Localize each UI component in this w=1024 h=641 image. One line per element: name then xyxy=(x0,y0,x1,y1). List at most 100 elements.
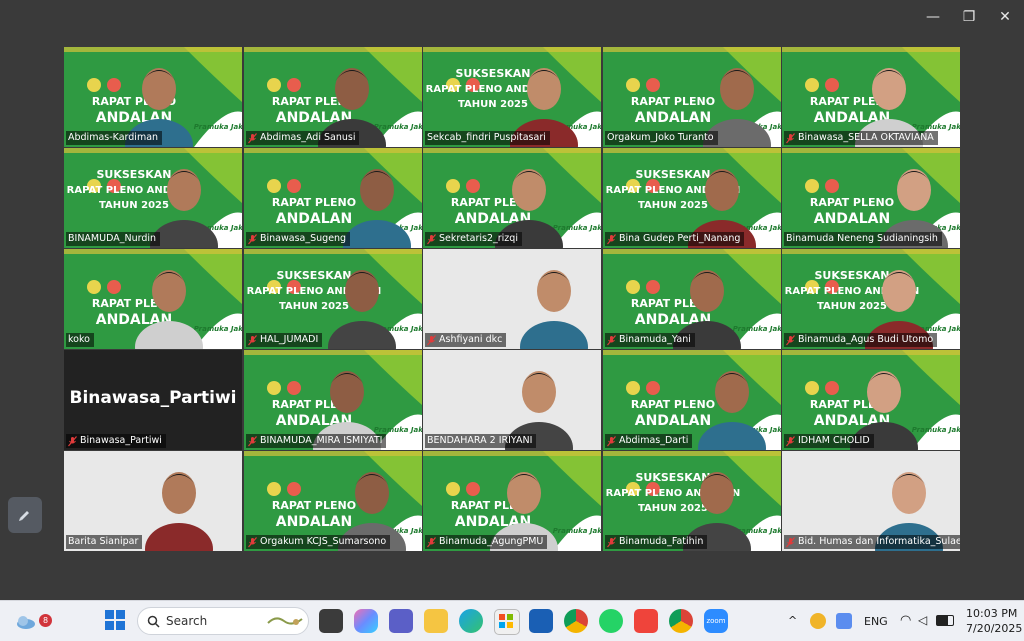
participant-tile[interactable]: Bid. Humas dan Informatika_Sulae... xyxy=(782,451,960,551)
battery-icon[interactable] xyxy=(936,615,954,626)
participant-tile[interactable]: RAPAT PLENOANDALANPramuka JakselBinamuda… xyxy=(423,451,601,551)
participant-name: IDHAM CHOLID xyxy=(784,434,874,448)
close-button[interactable]: ✕ xyxy=(986,0,1024,34)
participant-name: Binawasa_SELLA OKTAVIANA xyxy=(784,131,938,145)
muted-mic-icon xyxy=(786,435,795,447)
wifi-icon[interactable]: ◠ xyxy=(900,613,911,628)
participant-tile[interactable]: RAPAT PLENOANDALANPramuka JakselOrgakum_… xyxy=(603,47,781,147)
participant-name: Bina Gudep Perti_Nanang xyxy=(605,232,745,246)
participant-name-label: Barita Sianipar xyxy=(68,536,139,547)
participant-name: Binamuda_Fatihin xyxy=(605,535,708,549)
participant-tile[interactable]: SUKSESKAN RAPAT PLENO ANDALAN TAHUN 2025 Pr… xyxy=(423,47,601,147)
participant-name: BENDAHARA 2 IRIYANI xyxy=(425,434,537,448)
clock-time[interactable]: 10:03 PM xyxy=(966,607,1017,620)
chrome-icon[interactable] xyxy=(564,609,588,633)
participant-name-label: BENDAHARA 2 IRIYANI xyxy=(427,435,533,446)
weather-icon[interactable]: 8 xyxy=(14,609,52,633)
mail-icon[interactable] xyxy=(529,609,553,633)
participant-tile[interactable]: RAPAT PLENOANDALANPramuka JakselAbdimas-… xyxy=(64,47,242,147)
participant-name-label: Binawasa_SELLA OKTAVIANA xyxy=(798,132,934,143)
participant-tile[interactable]: RAPAT PLENOANDALANPramuka JakselIDHAM CH… xyxy=(782,350,960,450)
participant-video xyxy=(327,257,397,349)
store-icon[interactable] xyxy=(494,609,520,635)
participant-video xyxy=(342,156,412,248)
participant-name-label: Abdimas-Kardiman xyxy=(68,132,159,143)
search-icon xyxy=(147,615,160,628)
muted-mic-icon xyxy=(607,233,616,245)
banner-subtitle: ANDALAN xyxy=(276,211,352,227)
participant-tile[interactable]: RAPAT PLENOANDALANPramuka JakselBINAMUDA… xyxy=(244,350,422,450)
muted-mic-icon xyxy=(607,536,616,548)
clock-date[interactable]: 7/20/2025 xyxy=(966,622,1022,635)
participant-name: Sekcab_findri Puspitasari xyxy=(425,131,550,145)
copilot-icon[interactable] xyxy=(354,609,378,633)
pencil-icon xyxy=(19,511,29,521)
muted-mic-icon xyxy=(786,334,795,346)
video-gallery: RAPAT PLENOANDALANPramuka JakselAbdimas-… xyxy=(64,47,962,553)
participant-name-label: Bid. Humas dan Informatika_Sulae... xyxy=(798,536,960,547)
participant-tile[interactable]: Ashfiyani dkc xyxy=(423,249,601,349)
participant-name-label: Bina Gudep Perti_Nanang xyxy=(619,233,741,244)
participant-tile[interactable]: SUKSESKAN RAPAT PLENO ANDALAN TAHUN 2025 Pr… xyxy=(603,148,781,248)
tray-chevron-icon[interactable]: ^ xyxy=(788,614,797,627)
participant-name-label: BINAMUDA_MIRA ISMIYATI xyxy=(260,435,383,446)
anydesk-icon[interactable] xyxy=(634,609,658,633)
participant-name-label: Binamuda_Fatihin xyxy=(619,536,704,547)
notification-badge: 8 xyxy=(39,614,52,627)
participant-name: Orgakum_Joko Turanto xyxy=(605,131,718,145)
participant-name-label: Abdimas_Darti xyxy=(619,435,689,446)
participant-tile[interactable]: SUKSESKAN RAPAT PLENO ANDALAN TAHUN 2025 Pr… xyxy=(782,249,960,349)
participant-tile[interactable]: SUKSESKAN RAPAT PLENO ANDALAN TAHUN 2025 Pr… xyxy=(64,148,242,248)
participant-tile[interactable]: RAPAT PLENOANDALANPramuka JakselAbdimas_… xyxy=(244,47,422,147)
participant-tile[interactable]: SUKSESKAN RAPAT PLENO ANDALAN TAHUN 2025 Pr… xyxy=(603,451,781,551)
participant-tile[interactable]: RAPAT PLENOANDALANPramuka JakselBinamuda… xyxy=(603,249,781,349)
zoom-icon[interactable]: zoom xyxy=(704,609,728,633)
bluetooth-icon[interactable] xyxy=(836,613,852,629)
participant-name: Bid. Humas dan Informatika_Sulae... xyxy=(784,535,960,549)
participant-tile[interactable]: Binawasa_Partiwi Binawasa_Partiwi xyxy=(64,350,242,450)
minimize-button[interactable]: — xyxy=(914,0,952,34)
participant-tile[interactable]: RAPAT PLENOANDALANPramuka JakselBinawasa… xyxy=(782,47,960,147)
start-icon[interactable] xyxy=(104,609,128,633)
participant-video xyxy=(134,257,204,349)
security-icon[interactable] xyxy=(810,613,826,629)
participant-video xyxy=(144,459,214,551)
search-highlight-icon xyxy=(267,617,303,625)
edge-icon[interactable] xyxy=(459,609,483,633)
volume-icon[interactable]: ◁ xyxy=(918,613,927,627)
participant-video xyxy=(519,257,589,349)
participant-name: BINAMUDA_Nurdin xyxy=(66,232,161,246)
toolbar-toggle-button[interactable] xyxy=(8,497,42,533)
participant-name: BINAMUDA_MIRA ISMIYATI xyxy=(246,434,387,448)
participant-name-label: BINAMUDA_Nurdin xyxy=(68,233,157,244)
participant-tile[interactable]: RAPAT PLENOANDALANPramuka JakselSekretar… xyxy=(423,148,601,248)
teams-icon[interactable] xyxy=(389,609,413,633)
file-explorer-icon[interactable] xyxy=(424,609,448,633)
participant-tile[interactable]: RAPAT PLENOANDALANPramuka Jakselkoko xyxy=(64,249,242,349)
search-box[interactable]: Search xyxy=(137,607,309,635)
participant-name-label: Binamuda_Agus Budi Utomo xyxy=(798,334,934,345)
participant-tile[interactable]: RAPAT PLENOANDALANPramuka JakselBinamuda… xyxy=(782,148,960,248)
muted-mic-icon xyxy=(68,435,77,447)
participant-name: Binawasa_Sugeng xyxy=(246,232,351,246)
task-view-icon[interactable] xyxy=(319,609,343,633)
participant-tile[interactable]: RAPAT PLENOANDALANPramuka JakselOrgakum … xyxy=(244,451,422,551)
participant-tile[interactable]: Barita Sianipar xyxy=(64,451,242,551)
participant-name: Abdimas-Kardiman xyxy=(66,131,163,145)
chrome-profile-icon[interactable] xyxy=(669,609,693,633)
participant-video xyxy=(697,358,767,450)
participant-tile[interactable]: RAPAT PLENOANDALANPramuka JakselBinawasa… xyxy=(244,148,422,248)
participant-name-label: Orgakum_Joko Turanto xyxy=(607,132,714,143)
participant-tile[interactable]: SUKSESKAN RAPAT PLENO ANDALAN TAHUN 2025 Pr… xyxy=(244,249,422,349)
participant-name-label: Binamuda_Yani xyxy=(619,334,691,345)
participant-name-label: Orgakum KCJS_Sumarsono xyxy=(260,536,387,547)
participant-tile[interactable]: RAPAT PLENOANDALANPramuka JakselAbdimas_… xyxy=(603,350,781,450)
muted-mic-icon xyxy=(607,334,616,346)
participant-tile[interactable]: BENDAHARA 2 IRIYANI xyxy=(423,350,601,450)
whatsapp-icon[interactable] xyxy=(599,609,623,633)
restore-button[interactable]: ❐ xyxy=(950,0,988,34)
participant-name: Sekretaris2_rizqi xyxy=(425,232,522,246)
language-indicator[interactable]: ENG xyxy=(864,615,888,628)
banner-brand: Pramuka Jaksel xyxy=(553,527,601,535)
muted-mic-icon xyxy=(786,536,795,548)
